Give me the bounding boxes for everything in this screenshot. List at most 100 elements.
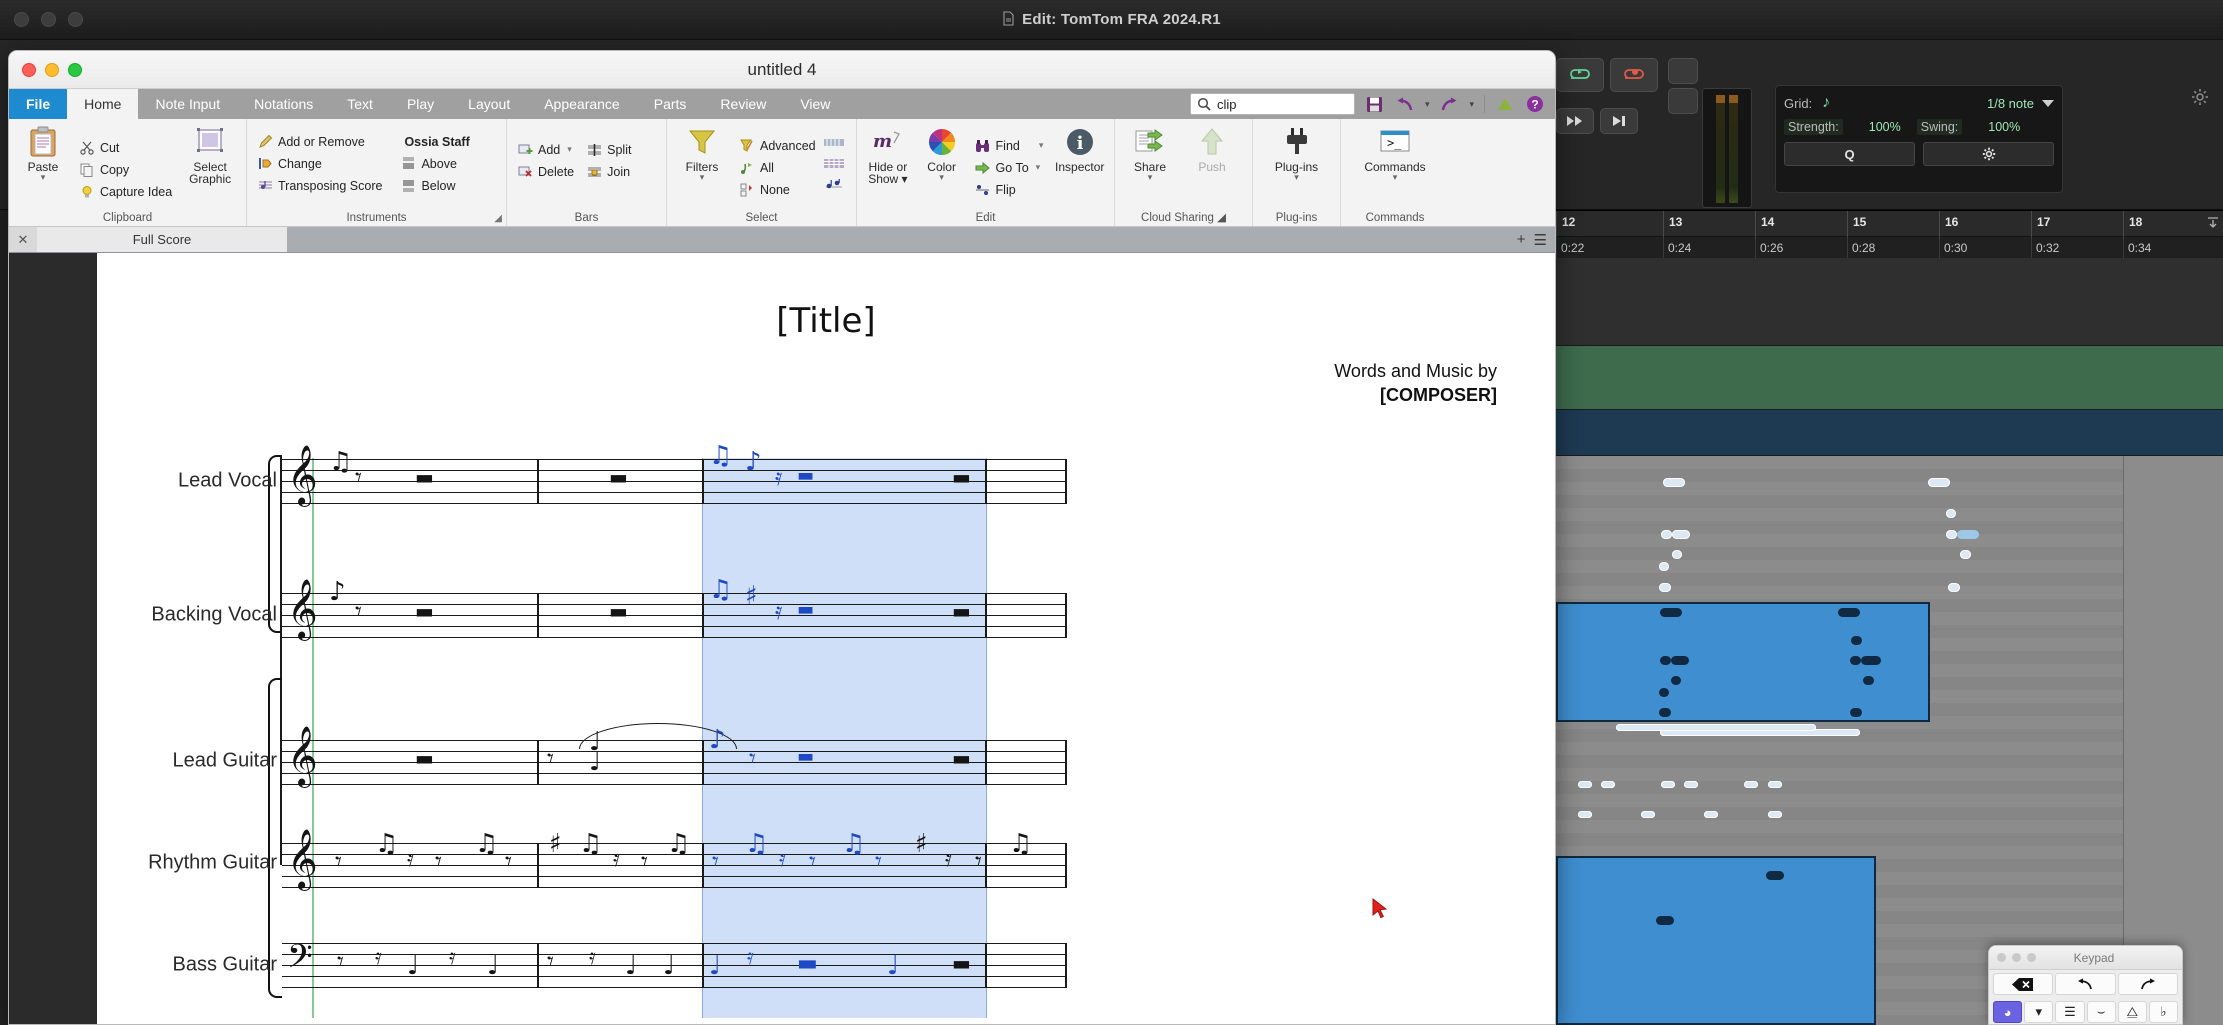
selected-midi-clip-2[interactable] <box>1556 856 1876 1025</box>
note-tool-icon[interactable]: ◕ <box>1993 1001 2022 1023</box>
fast-forward-button[interactable] <box>1556 108 1594 134</box>
flat-icon[interactable]: ♭ <box>2149 1001 2178 1023</box>
midi-note[interactable] <box>1948 583 1960 592</box>
keypad-minimize-button[interactable] <box>2012 953 2021 962</box>
select-icon-commands[interactable] <box>824 135 844 195</box>
delete-bar-button[interactable]: Delete <box>513 161 578 182</box>
midi-note[interactable] <box>1663 478 1685 487</box>
midi-note[interactable] <box>1861 656 1881 665</box>
midi-note[interactable] <box>1863 676 1874 685</box>
keypad-panel[interactable]: Keypad ◕ ▾ ☰ ⌣ ⧋ ♭ <box>1988 945 2183 1025</box>
caret-icon[interactable]: ▾ <box>2024 1001 2053 1023</box>
tab-notations[interactable]: Notations <box>237 89 330 119</box>
quantize-button[interactable]: Q <box>1784 142 1915 166</box>
system-select-icon[interactable] <box>824 156 844 174</box>
join-bar-button[interactable]: Join <box>582 161 635 182</box>
ossia-commands[interactable]: Ossia Staff Above Below <box>396 131 473 196</box>
tab-parts[interactable]: Parts <box>637 89 704 119</box>
document-tab-actions[interactable]: + ☰ <box>1517 227 1555 252</box>
tab-home[interactable]: Home <box>67 89 138 119</box>
midi-note[interactable] <box>1744 781 1758 788</box>
midi-note[interactable] <box>1578 811 1592 818</box>
sibelius-window[interactable]: untitled 4 File Home Note Input Notation… <box>8 50 1556 1025</box>
select-all-button[interactable]: All <box>735 157 820 178</box>
selected-rest[interactable]: 𝄾 <box>712 849 719 875</box>
midi-note[interactable] <box>1768 781 1782 788</box>
warning-icon[interactable] <box>1495 94 1515 114</box>
ribbon-tab-bar[interactable]: File Home Note Input Notations Text Play… <box>9 89 1555 119</box>
selected-note-group[interactable]: ♪ <box>745 449 762 475</box>
grid-value[interactable]: 1/8 note <box>1987 96 2034 111</box>
selected-chord[interactable]: ♫ <box>745 831 768 857</box>
go-to-button[interactable]: Go To ▾ <box>971 157 1048 178</box>
go-to-end-button[interactable] <box>1600 108 1638 134</box>
save-icon[interactable] <box>1365 94 1385 114</box>
color-dropdown-icon[interactable]: ▾ <box>939 173 944 181</box>
commands-dropdown-icon[interactable]: ▾ <box>1393 173 1398 181</box>
credit-line-2[interactable]: [COMPOSER] <box>1334 385 1497 406</box>
midi-note[interactable] <box>1766 871 1784 880</box>
selected-rest[interactable]: ▬ <box>797 467 814 485</box>
midi-note[interactable] <box>1704 811 1718 818</box>
selected-note-group[interactable]: ♫ <box>709 443 732 469</box>
select-none-button[interactable]: None <box>735 179 820 200</box>
selected-rest[interactable]: 𝄿 <box>747 947 754 969</box>
staff-backing-vocal[interactable] <box>282 593 1067 638</box>
chevron-down-icon[interactable] <box>2042 100 2054 107</box>
transport-nav-group[interactable] <box>1556 108 1638 134</box>
plug-ins-button[interactable]: Plug-ins ▾ <box>1261 123 1333 181</box>
page-title[interactable]: [Title] <box>97 301 1555 341</box>
midi-note[interactable] <box>1672 530 1690 539</box>
loop-record-button[interactable] <box>1610 58 1658 92</box>
plus-icon[interactable]: + <box>1517 231 1526 248</box>
ossia-above-button[interactable]: Above <box>396 153 473 174</box>
capture-idea-button[interactable]: Capture Idea <box>75 181 176 202</box>
credit-line-1[interactable]: Words and Music by <box>1334 361 1497 382</box>
midi-note[interactable] <box>1641 811 1655 818</box>
copy-button[interactable]: Copy <box>75 159 176 180</box>
paste-button[interactable]: Paste ▾ <box>15 123 71 181</box>
add-bar-dropdown-icon[interactable]: ▾ <box>567 144 572 155</box>
find-button[interactable]: Find ▾ <box>971 135 1048 156</box>
clipboard-commands[interactable]: Cut Copy Capture Idea <box>75 137 176 202</box>
midi-note[interactable] <box>1661 530 1672 539</box>
instruments-dialog-launcher[interactable]: ◢ <box>494 213 502 224</box>
share-dropdown-icon[interactable]: ▾ <box>1148 173 1153 181</box>
ruler-options-icon[interactable] <box>2207 216 2219 235</box>
gear-icon[interactable] <box>1923 142 2054 166</box>
tab-view[interactable]: View <box>783 89 847 119</box>
split-bar-button[interactable]: Split <box>582 139 635 160</box>
piano-roll-editor[interactable] <box>1556 456 2223 1025</box>
midi-note[interactable] <box>1661 781 1675 788</box>
selected-note-group[interactable]: ♫ <box>709 577 732 603</box>
midi-note[interactable] <box>1578 781 1592 788</box>
undo-icon[interactable] <box>1395 94 1415 114</box>
select-commands[interactable]: Advanced All None <box>735 135 820 200</box>
score-page[interactable]: [Title] Words and Music by [COMPOSER] Le… <box>97 253 1555 1025</box>
swing-value[interactable]: 100% <box>1968 120 2020 134</box>
track-lane-1[interactable] <box>1556 258 2223 346</box>
redo-icon[interactable] <box>1439 94 1459 114</box>
midi-note[interactable] <box>1671 676 1681 685</box>
tab-review[interactable]: Review <box>703 89 783 119</box>
tab-note-input[interactable]: Note Input <box>138 89 237 119</box>
selected-rest[interactable]: ▬ <box>797 748 814 766</box>
score-canvas[interactable]: [Title] Words and Music by [COMPOSER] Le… <box>9 253 1555 1025</box>
bars-commands-right[interactable]: Split Join <box>582 139 635 182</box>
loop-playback-button[interactable] <box>1556 58 1604 92</box>
quantize-panel[interactable]: Grid: ♪ 1/8 note Strength: 100% Swing: 1… <box>1775 85 2063 193</box>
flip-button[interactable]: Flip <box>971 179 1048 200</box>
selected-note-group[interactable]: ♯ <box>745 583 758 609</box>
staff-lead-vocal[interactable] <box>282 459 1067 504</box>
strength-value[interactable]: 100% <box>1849 120 1901 134</box>
undo-icon[interactable] <box>2055 973 2115 995</box>
document-tab-bar[interactable]: ✕ Full Score + ☰ <box>9 227 1555 253</box>
search-input[interactable]: clip <box>1190 93 1355 115</box>
bar-select-icon[interactable] <box>824 135 844 153</box>
transport-loop-group[interactable] <box>1556 58 1698 114</box>
midi-note[interactable] <box>1928 478 1950 487</box>
daw-settings-icon[interactable] <box>2191 88 2209 106</box>
add-or-remove-button[interactable]: Add or Remove <box>253 131 386 152</box>
midi-note[interactable] <box>1660 656 1671 665</box>
find-dropdown-icon[interactable]: ▾ <box>1039 140 1044 151</box>
